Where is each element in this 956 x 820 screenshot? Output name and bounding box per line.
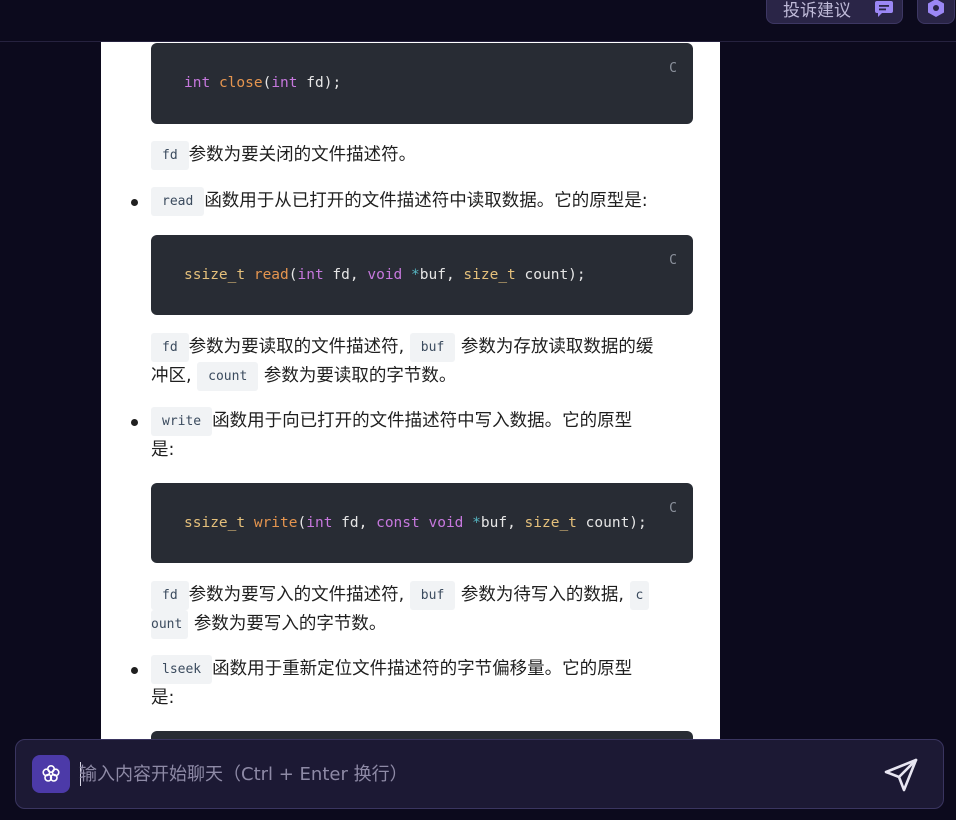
inline-code: c bbox=[629, 581, 650, 610]
list-item-text: 是: bbox=[151, 688, 175, 708]
paragraph: 冲区, count 参数为要读取的字节数。 bbox=[151, 362, 456, 391]
list-item-text: 函数用于从已打开的文件描述符中读取数据。它的原型是: bbox=[204, 191, 648, 211]
list-item: read 函数用于从已打开的文件描述符中读取数据。它的原型是: bbox=[151, 187, 648, 216]
list-bullet bbox=[131, 199, 138, 206]
inline-code: fd bbox=[151, 141, 189, 170]
code-block-lseek bbox=[151, 731, 693, 739]
inline-code: buf bbox=[409, 333, 456, 362]
list-item-text: 函数用于向已打开的文件描述符中写入数据。它的原型 bbox=[212, 411, 633, 431]
send-button[interactable] bbox=[882, 756, 920, 794]
paragraph-text: 冲区, bbox=[151, 366, 192, 386]
chat-message-content: int close(int fd); C fd 参数为要关闭的文件描述符。 rea… bbox=[101, 42, 720, 739]
code-token: read bbox=[253, 267, 289, 283]
code-token: int bbox=[297, 267, 324, 283]
list-item: write 函数用于向已打开的文件描述符中写入数据。它的原型 bbox=[151, 407, 632, 436]
paragraph-text: 参数为要读取的文件描述符, bbox=[188, 337, 405, 357]
chat-input[interactable] bbox=[79, 756, 859, 792]
code-token: fd, bbox=[332, 515, 377, 531]
inline-code: ount bbox=[151, 610, 189, 639]
list-bullet bbox=[131, 667, 138, 674]
paragraph-text: 参数为存放读取数据的缓 bbox=[460, 337, 654, 357]
code-token: close bbox=[218, 75, 263, 91]
code-token: size_t bbox=[524, 515, 577, 531]
code-token: int bbox=[271, 75, 298, 91]
list-item-text: 函数用于重新定位文件描述符的字节偏移量。它的原型 bbox=[212, 659, 633, 679]
inline-code: write bbox=[151, 407, 213, 436]
code-line: ssize_t read(int fd, void *buf, size_t c… bbox=[184, 267, 586, 283]
chat-bubble-icon bbox=[874, 0, 894, 18]
paragraph-text: 参数为要关闭的文件描述符。 bbox=[188, 145, 417, 165]
inline-code: count bbox=[197, 362, 259, 391]
code-token: ( bbox=[288, 267, 298, 283]
paper-plane-icon bbox=[883, 757, 919, 793]
inline-code: lseek bbox=[151, 655, 213, 684]
code-token: void bbox=[428, 515, 464, 531]
inline-code: fd bbox=[151, 581, 189, 610]
paragraph-text: 参数为要读取的字节数。 bbox=[263, 366, 457, 386]
code-token: ( bbox=[297, 515, 307, 531]
code-token: fd); bbox=[297, 75, 342, 91]
list-item: lseek 函数用于重新定位文件描述符的字节偏移量。它的原型 bbox=[151, 655, 632, 684]
inline-code: read bbox=[151, 187, 205, 216]
feedback-button-label: 投诉建议 bbox=[783, 0, 851, 21]
paragraph: fd 参数为要关闭的文件描述符。 bbox=[151, 141, 416, 170]
code-token: const bbox=[376, 515, 420, 531]
paragraph-text: 参数为待写入的数据, bbox=[460, 585, 624, 605]
code-token: * bbox=[411, 267, 420, 283]
code-token: buf, bbox=[480, 515, 525, 531]
sparkle-flower-icon bbox=[40, 763, 62, 785]
code-token: count); bbox=[515, 267, 586, 283]
paragraph-text: 参数为要写入的字节数。 bbox=[193, 614, 387, 634]
code-token: int bbox=[184, 75, 211, 91]
chat-input-bar bbox=[15, 739, 944, 809]
ai-assistant-button[interactable] bbox=[32, 755, 70, 793]
code-token: int bbox=[306, 515, 333, 531]
settings-button[interactable] bbox=[917, 0, 955, 24]
code-token: * bbox=[472, 515, 481, 531]
code-block-close: int close(int fd); C bbox=[151, 43, 693, 124]
feedback-button[interactable]: 投诉建议 bbox=[766, 0, 903, 24]
code-block-read: ssize_t read(int fd, void *buf, size_t c… bbox=[151, 235, 693, 315]
code-token: count); bbox=[576, 515, 647, 531]
code-language-label: C bbox=[669, 501, 677, 516]
top-bar: 投诉建议 bbox=[0, 0, 956, 42]
paragraph: ount 参数为要写入的字节数。 bbox=[151, 610, 386, 639]
list-bullet bbox=[131, 419, 138, 426]
code-line: ssize_t write(int fd, const void *buf, s… bbox=[184, 515, 647, 531]
code-language-label: C bbox=[669, 253, 677, 268]
paragraph: fd 参数为要写入的文件描述符, buf 参数为待写入的数据, c bbox=[151, 581, 650, 610]
code-token: buf, bbox=[419, 267, 464, 283]
code-token: ssize_t bbox=[184, 267, 246, 283]
code-token: void bbox=[367, 267, 403, 283]
list-item-continuation: 是: bbox=[151, 684, 174, 713]
paragraph-text: 参数为要写入的文件描述符, bbox=[188, 585, 405, 605]
code-line: int close(int fd); bbox=[184, 75, 341, 91]
inline-code: fd bbox=[151, 333, 189, 362]
hexagon-settings-icon bbox=[926, 0, 946, 18]
code-token: write bbox=[253, 515, 298, 531]
paragraph: fd 参数为要读取的文件描述符, buf 参数为存放读取数据的缓 bbox=[151, 333, 653, 362]
inline-code: buf bbox=[409, 581, 456, 610]
list-item-continuation: 是: bbox=[151, 436, 174, 465]
list-item-text: 是: bbox=[151, 440, 175, 460]
code-token: fd, bbox=[323, 267, 368, 283]
code-token: size_t bbox=[463, 267, 516, 283]
code-token: ssize_t bbox=[184, 515, 246, 531]
code-block-write: ssize_t write(int fd, const void *buf, s… bbox=[151, 483, 693, 563]
code-language-label: C bbox=[669, 61, 677, 76]
